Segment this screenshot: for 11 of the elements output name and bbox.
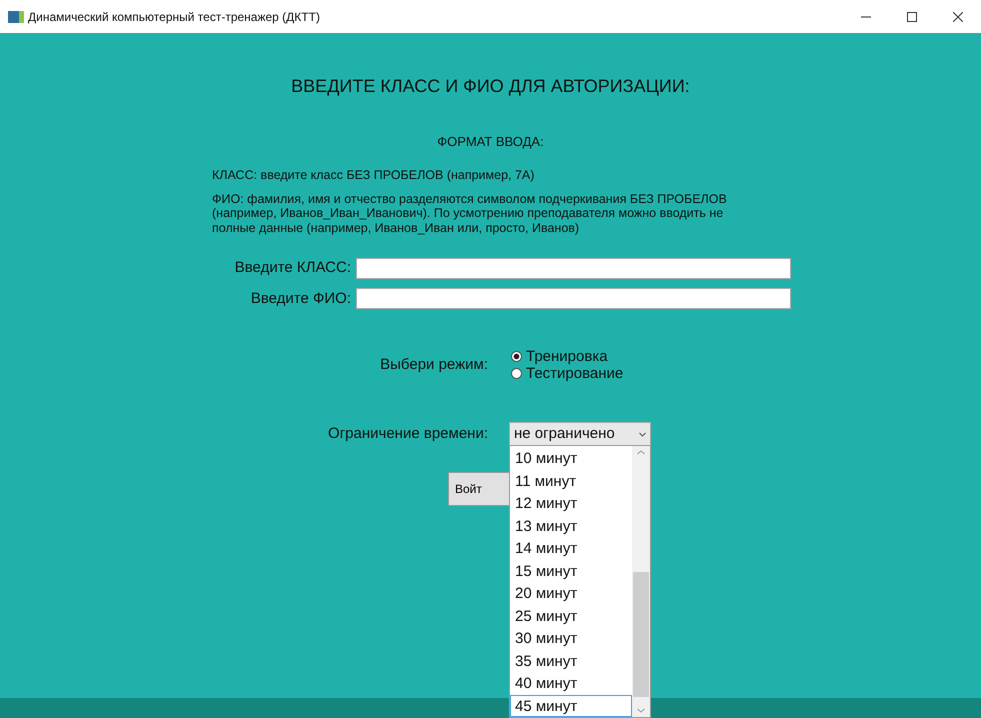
radio-label: Тренировка [526,348,608,365]
window-title: Динамический компьютерный тест-тренажер (ДКТТ) [28,8,320,26]
format-note: ФИО: фамилия, имя и отчество разделяются символом подчеркивания БЕЗ ПРОБЕЛОВ (например, Иванов_Иван_Иванович). По усмотрению преподавателя можно вводить не полные данные (например, Иванов_Иван или, просто, Иванов) [212,192,727,235]
heading: ВВЕДИТЕ КЛАСС И ФИО ДЛЯ АВТОРИЗАЦИИ: [291,76,690,96]
radio-label: Тестирование [526,365,624,382]
format-title: ФОРМАТ ВВОДА: [437,134,544,149]
format-note: КЛАСС: введите класс БЕЗ ПРОБЕЛОВ (например, 7А) [212,168,536,182]
mode-label: Выбери режим: [380,356,488,373]
field-label: Введите ФИО: [250,290,351,306]
time-limit-label: Ограничение времени: [328,424,488,442]
field-label: Введите КЛАСС: [234,259,351,276]
